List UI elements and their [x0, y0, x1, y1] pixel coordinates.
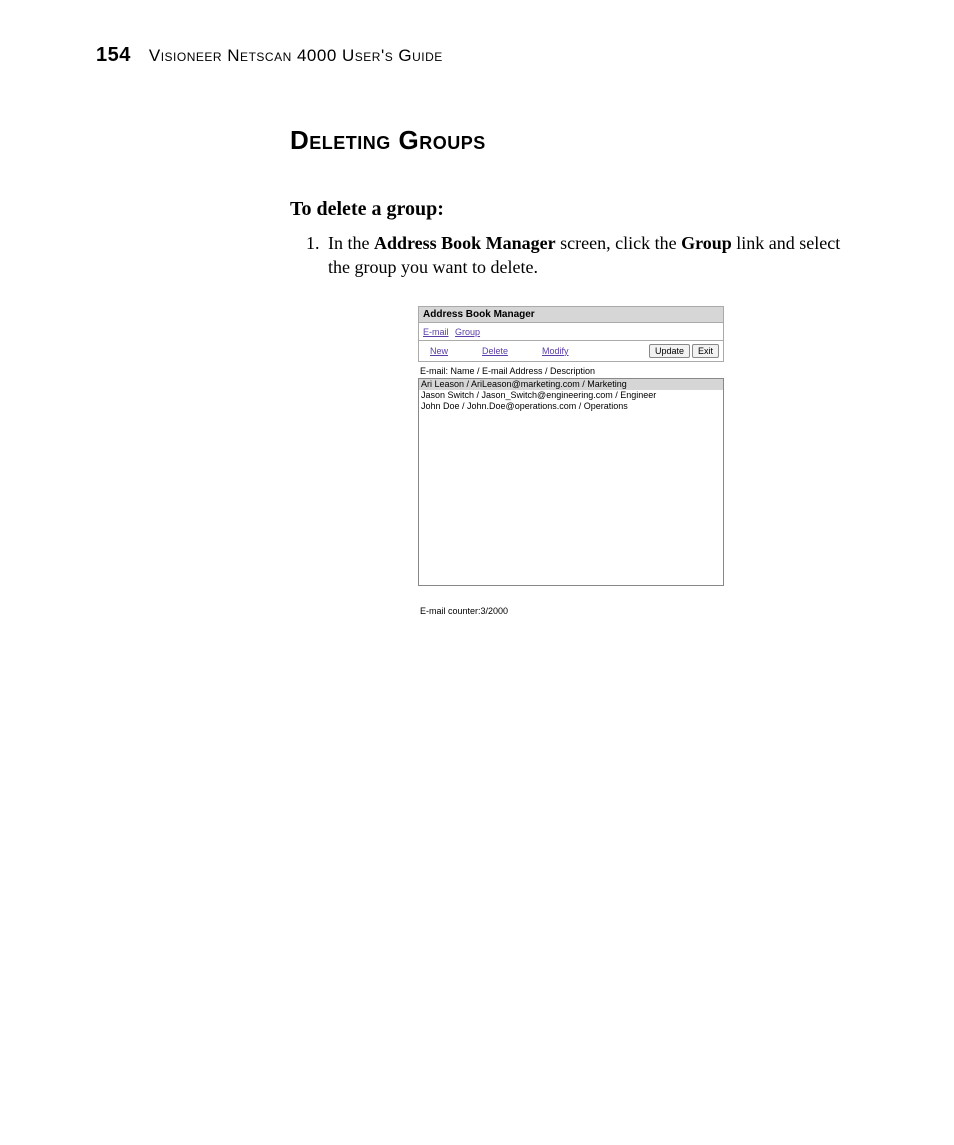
tab-group[interactable]: Group	[455, 327, 480, 337]
toolbar: New Delete Modify Update Exit	[418, 341, 724, 362]
exit-button[interactable]: Exit	[692, 344, 719, 358]
section-title: Deleting Groups	[290, 125, 850, 156]
address-book-screenshot: Address Book Manager E-mail Group New De…	[418, 306, 724, 616]
email-counter: E-mail counter:3/2000	[418, 606, 724, 616]
column-header: E-mail: Name / E-mail Address / Descript…	[418, 362, 724, 378]
tab-email[interactable]: E-mail	[423, 327, 449, 337]
list-item[interactable]: Ari Leason / AriLeason@marketing.com / M…	[419, 379, 723, 390]
step-text: In the	[328, 233, 374, 253]
list-item[interactable]: Jason Switch / Jason_Switch@engineering.…	[419, 390, 723, 401]
update-button[interactable]: Update	[649, 344, 690, 358]
subhead: To delete a group:	[290, 198, 850, 221]
running-head: Visioneer Netscan 4000 User's Guide	[149, 46, 443, 66]
step-text: screen, click the	[556, 233, 681, 253]
step-text-bold: Address Book Manager	[374, 233, 556, 253]
step-list: In the Address Book Manager screen, clic…	[290, 231, 850, 280]
page-number: 154	[96, 44, 131, 67]
step-text-bold: Group	[681, 233, 732, 253]
page-header: 154 Visioneer Netscan 4000 User's Guide	[96, 44, 858, 67]
delete-link[interactable]: Delete	[482, 346, 508, 356]
tab-row: E-mail Group	[418, 322, 724, 341]
panel-title: Address Book Manager	[418, 306, 724, 322]
step-item: In the Address Book Manager screen, clic…	[324, 231, 850, 280]
modify-link[interactable]: Modify	[542, 346, 569, 356]
email-list[interactable]: Ari Leason / AriLeason@marketing.com / M…	[418, 378, 724, 586]
new-link[interactable]: New	[430, 346, 448, 356]
list-item[interactable]: John Doe / John.Doe@operations.com / Ope…	[419, 401, 723, 412]
